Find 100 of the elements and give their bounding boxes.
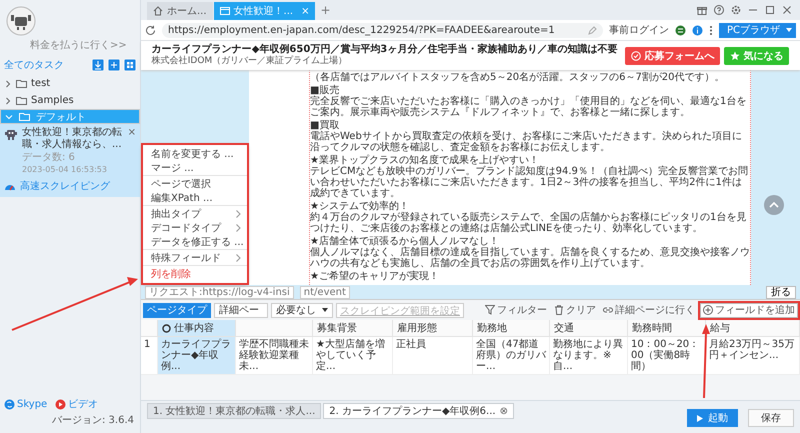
all-tasks-heading: 全てのタスク bbox=[4, 59, 64, 72]
request-status: リクエスト:https://log-v4-insi bbox=[145, 286, 294, 298]
task-tab[interactable]: 2. カーライフプランナー◆年収例6... ⊗ bbox=[323, 403, 514, 419]
folder-icon bbox=[16, 79, 27, 88]
paragraph: テレビCMなども放映中のガリバー。ブランド認知度は94.9％！（自社調べ）完全反響営業でお問い合わせいただいたお客様にご来店いただきます。1日2～3件の接客を担当し、平均2件に1件は成約できています。 bbox=[310, 166, 749, 199]
maximize-icon[interactable] bbox=[765, 5, 775, 15]
table-cell: ★大型店舗を増やしていく予定... bbox=[313, 337, 393, 375]
data-count: データ数: 6 bbox=[22, 152, 75, 164]
task-title: 女性歓迎！東京都の転職・求人情報なら、... bbox=[22, 127, 123, 151]
column-header[interactable]: 交通 bbox=[550, 320, 628, 337]
section-heading: ■買取 bbox=[310, 120, 340, 131]
close-icon[interactable] bbox=[782, 5, 792, 15]
chevron-right-icon bbox=[236, 254, 241, 262]
window-icon bbox=[220, 6, 230, 16]
task-card[interactable]: 女性歓迎！東京都の転職・求人情報なら、... データ数: 6 2023-05-04 16:53:53 × 高速スクレイピング bbox=[0, 124, 140, 197]
column-header[interactable]: 募集背景 bbox=[313, 320, 393, 337]
apply-button[interactable]: 応募フォームへ bbox=[625, 46, 720, 64]
section-heading: ★システムで効率的！ bbox=[310, 201, 410, 212]
folder-icon bbox=[19, 112, 30, 121]
column-header[interactable]: 給与 bbox=[706, 320, 800, 337]
paragraph: 個人ノルマはなく、店舗目標の達成を目指しています。店舗を良くするため、意見交換や接客ノウハウの共有なども実施し、店舗の全員でお店の雰囲気を作り上げています。 bbox=[310, 247, 750, 269]
toolbar-button[interactable]: フィールドを追加 bbox=[700, 302, 798, 318]
grid-task-icon[interactable] bbox=[124, 59, 136, 71]
job-title: カーライフプランナー◆年収例650万円／賞与平均3ヶ月分／住宅手当・家族補助あり／車の知識は不要 bbox=[152, 44, 618, 55]
page-type-button[interactable]: ページタイプ bbox=[143, 302, 211, 318]
more-icon[interactable] bbox=[708, 24, 713, 36]
page-select[interactable]: 詳細ペー bbox=[214, 302, 268, 318]
company-name: 株式会社IDOM（ガリバー／東証プライム上場） bbox=[152, 56, 348, 67]
caret-icon bbox=[322, 308, 328, 312]
help-icon[interactable] bbox=[714, 5, 724, 15]
paragraph: 完全反響でご来店いただいたお客様に「購入のきっかけ」「使用目的」などを伺い、最適な1台をご案内。展示車両や販売システム『ドルフィネット』で、お客様と一緒に探します。 bbox=[310, 96, 748, 118]
task-date: 2023-05-04 16:53:53 bbox=[22, 164, 107, 176]
menu-item[interactable]: 編集XPath ... bbox=[143, 191, 247, 206]
menu-item[interactable]: マージ ... bbox=[143, 161, 247, 176]
trash-icon bbox=[554, 305, 564, 315]
folder-icon bbox=[16, 96, 27, 105]
add-circle-icon bbox=[703, 305, 713, 315]
menu-item[interactable]: 特殊フィールド bbox=[143, 251, 247, 266]
settings-icon[interactable] bbox=[731, 5, 741, 15]
import-icon[interactable] bbox=[92, 59, 104, 71]
column-header[interactable]: 勤務時間 bbox=[628, 320, 706, 337]
chevron-right-icon[interactable] bbox=[4, 96, 12, 104]
close-tab-button[interactable]: ⊗ bbox=[500, 406, 508, 416]
pre-login-link[interactable]: 事前ログイン bbox=[608, 23, 669, 37]
filter-icon bbox=[485, 305, 495, 315]
star-icon bbox=[730, 50, 740, 60]
scrape-mode-label: 高速スクレイピング bbox=[20, 180, 110, 193]
menu-item[interactable]: データを修正する ... bbox=[143, 235, 247, 250]
table-cell: 10：00～20：00（実働8時間） bbox=[628, 337, 706, 375]
section-heading: ★ご希望のキャリアが実現！ bbox=[310, 271, 440, 282]
section-heading: ★店舗全体で頑張るから個人ノルマなし！ bbox=[310, 236, 499, 247]
chevron-down-icon[interactable] bbox=[5, 112, 13, 120]
table-cell: 全国（47都道府県）のガリバー... bbox=[473, 337, 550, 375]
info-icon[interactable] bbox=[692, 24, 703, 36]
table-cell: 正社員 bbox=[393, 337, 473, 375]
section-heading: ★業界トップクラスの知名度で成果を上げやすい！ bbox=[310, 155, 539, 166]
browser-tab[interactable]: ホーム... bbox=[147, 2, 213, 20]
version-label: バージョン: 3.6.4 bbox=[51, 414, 135, 428]
paragraph: （各店舗ではアルバイトスタッフを含め5～20名が活躍。スタッフの6～7割が20代です）。 bbox=[310, 72, 726, 83]
play-icon bbox=[697, 414, 703, 422]
robot-avatar-icon[interactable] bbox=[6, 6, 36, 36]
paragraph: 約４万台のクルマが登録されている販売システムで、全国の店舗からお客様にピッタリの1台を見つけたり、ご来店後のお客様との連絡は店舗公式LINEを使ったり、効率化しています。 bbox=[310, 212, 748, 234]
toolbar-button[interactable]: クリア bbox=[552, 302, 598, 318]
refresh-icon[interactable] bbox=[145, 24, 156, 36]
required-select[interactable]: 必要なし bbox=[271, 302, 333, 318]
url-field[interactable]: https://employment.en-japan.com/desc_1229254/?PK=FAADEE&arearoute=1 bbox=[162, 22, 603, 38]
new-tab-button[interactable]: + bbox=[316, 3, 335, 20]
save-button[interactable]: 保存 bbox=[748, 409, 794, 427]
paragraph: 電話やWebサイトから買取査定の依頼を受け、お客様にご来店いただきます。決められた項目に沿ってクルマの状態を確認し、査定金額をお客様にお伝えします。 bbox=[310, 131, 743, 153]
close-button[interactable]: × bbox=[128, 127, 136, 138]
add-task-icon[interactable] bbox=[108, 59, 120, 71]
toolbar-button[interactable]: フィルター bbox=[483, 302, 549, 318]
home-icon bbox=[153, 6, 163, 16]
menu-item[interactable]: 名前を変更する ... bbox=[143, 147, 247, 161]
task-tab[interactable]: 1. 女性歓迎！東京都の転職・求人... bbox=[147, 403, 322, 419]
folder-item[interactable]: test bbox=[0, 75, 140, 92]
target-icon bbox=[162, 324, 171, 332]
browser-mode-button[interactable]: PCブラウザ bbox=[718, 22, 796, 38]
folder-item[interactable]: Samples bbox=[0, 92, 140, 109]
toolbar-button[interactable]: 詳細ページに行く bbox=[601, 302, 697, 318]
table-cell: 勤務地により異なります。※自... bbox=[550, 337, 628, 375]
caret-icon bbox=[786, 28, 792, 32]
table-cell: カーライフプランナー◆年収例... bbox=[158, 337, 236, 375]
video-icon bbox=[55, 398, 66, 410]
check-circle-icon bbox=[631, 50, 642, 60]
column-header[interactable]: 勤務地 bbox=[473, 320, 550, 337]
column-header[interactable]: 仕事内容 bbox=[158, 320, 236, 337]
table-cell: 月給23万円～35万円＋インセン... bbox=[706, 337, 800, 375]
fold-button[interactable]: 折る bbox=[766, 286, 796, 298]
menu-item[interactable]: デコードタイプ bbox=[143, 221, 247, 235]
chevron-right-icon[interactable] bbox=[4, 80, 12, 88]
menu-item[interactable]: 抽出タイプ bbox=[143, 207, 247, 221]
column-header[interactable]: 雇用形態 bbox=[393, 320, 473, 337]
menu-item[interactable]: ページで選択 bbox=[143, 177, 247, 191]
request-status: nt/event bbox=[300, 286, 350, 298]
table-cell: 学歴不問職種未経験歓迎業種未... bbox=[236, 337, 313, 375]
menu-item[interactable]: 列を削除 bbox=[143, 267, 247, 281]
robot-icon bbox=[4, 127, 18, 141]
section-heading: ■販売 bbox=[310, 85, 340, 96]
start-button[interactable]: 起動 bbox=[687, 409, 738, 427]
